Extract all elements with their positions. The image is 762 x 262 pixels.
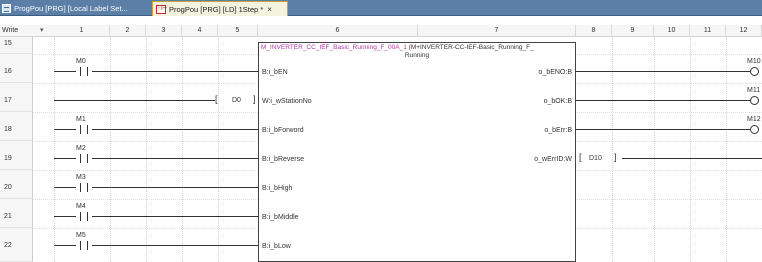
ladder-wire	[54, 129, 76, 130]
row-number[interactable]: 17	[0, 83, 33, 112]
row-number[interactable]: 20	[0, 170, 33, 199]
ladder-wire	[54, 245, 76, 246]
column-header-3: 3	[146, 25, 182, 37]
ladder-wire	[54, 71, 76, 72]
output-coil[interactable]	[750, 125, 759, 134]
column-header-11: 11	[690, 25, 726, 37]
device-label: M10	[747, 58, 761, 65]
fb-input-pin[interactable]: B:i_bLow	[262, 243, 291, 250]
ladder-wire	[92, 158, 258, 159]
fb-output-pin[interactable]: o_bENO:B	[539, 69, 572, 76]
column-header-8: 8	[576, 25, 612, 37]
device-label: M12	[747, 116, 761, 123]
ladder-wire	[576, 100, 750, 101]
function-block[interactable]: M_INVERTER_CC_IEF_Basic_Running_F_00A_1 …	[258, 42, 576, 262]
ladder-wire	[576, 71, 750, 72]
column-header-7: 7	[418, 25, 576, 37]
column-header-2: 2	[110, 25, 146, 37]
row-number[interactable]: 21	[0, 199, 33, 228]
column-header-5: 5	[218, 25, 258, 37]
operand-bracket: ]	[614, 152, 617, 162]
device-label: M3	[76, 174, 86, 181]
fb-output-pin[interactable]: o_bErr:B	[544, 127, 572, 134]
fb-input-pin[interactable]: B:i_bMiddle	[262, 214, 299, 221]
ladder-wire	[54, 100, 215, 101]
row-number[interactable]: 19	[0, 141, 33, 170]
no-contact[interactable]	[76, 241, 92, 250]
fb-output-pin[interactable]: o_bOK:B	[544, 98, 572, 105]
device-label: M4	[76, 203, 86, 210]
ladder-wire	[92, 216, 258, 217]
column-header-6: 6	[258, 25, 418, 37]
ladder-wire	[92, 245, 258, 246]
no-contact[interactable]	[76, 154, 92, 163]
operand-bracket: [	[579, 152, 582, 162]
fb-instance-name[interactable]: M_INVERTER_CC_IEF_Basic_Running_F_00A_1	[261, 44, 407, 51]
ladder-wire	[54, 216, 76, 217]
fb-input-pin[interactable]: B:i_bEN	[262, 69, 288, 76]
fb-type-name-continued: Running	[404, 52, 430, 59]
operand-value[interactable]: D10	[589, 154, 602, 163]
ladder-wire	[92, 187, 258, 188]
mode-dropdown-arrow[interactable]: ▾	[40, 25, 44, 37]
no-contact[interactable]	[76, 67, 92, 76]
device-label: M11	[747, 87, 761, 94]
tab-local-label-setting[interactable]: ProgPou [PRG] [Local Label Set...	[0, 1, 148, 16]
device-label: M5	[76, 232, 86, 239]
program-icon	[2, 4, 11, 13]
column-header-9: 9	[612, 25, 654, 37]
no-contact[interactable]	[76, 125, 92, 134]
column-header-12: 12	[726, 25, 762, 37]
tab-label: ProgPou [PRG] [Local Label Set...	[14, 4, 128, 13]
tab-label: ProgPou [PRG] [LD] 1Step *	[169, 4, 264, 14]
close-icon[interactable]: ×	[267, 5, 272, 14]
mode-label: Write	[2, 27, 19, 34]
ladder-wire	[622, 158, 762, 159]
column-header-4: 4	[182, 25, 218, 37]
device-label: M1	[76, 116, 86, 123]
editor-tab-bar: ProgPou [PRG] [Local Label Set... ⊣⊢ Pro…	[0, 0, 762, 16]
row-number[interactable]: 18	[0, 112, 33, 141]
row-number[interactable]: 15	[0, 37, 33, 54]
fb-header: M_INVERTER_CC_IEF_Basic_Running_F_00A_1 …	[261, 44, 574, 52]
device-label: M2	[76, 145, 86, 152]
no-contact[interactable]	[76, 212, 92, 221]
output-coil[interactable]	[750, 96, 759, 105]
operand-bracket: ]	[253, 94, 256, 104]
ladder-wire	[576, 129, 750, 130]
fb-input-pin[interactable]: B:i_bHigh	[262, 185, 292, 192]
fb-input-pin[interactable]: B:i_bForword	[262, 127, 304, 134]
row-number[interactable]: 16	[0, 54, 33, 83]
ladder-wire	[54, 187, 76, 188]
row-number[interactable]: 22	[0, 228, 33, 262]
column-header: Write ▾ 1 2 3 4 5 6 7 8 9 10 11 12	[0, 25, 762, 37]
ladder-icon: ⊣⊢	[156, 4, 168, 14]
ladder-wire	[92, 129, 258, 130]
tab-ladder-editor[interactable]: ⊣⊢ ProgPou [PRG] [LD] 1Step * ×	[152, 1, 288, 16]
fb-input-pin[interactable]: W:i_wStationNo	[262, 98, 312, 105]
fb-type-name: (M+INVERTER-CC-IEF-Basic_Running_F_	[408, 44, 534, 51]
fb-output-pin[interactable]: o_wErrID:W	[534, 156, 572, 163]
ladder-wire	[54, 158, 76, 159]
no-contact[interactable]	[76, 183, 92, 192]
operand-bracket: [	[215, 94, 218, 104]
fb-input-pin[interactable]: B:i_bReverse	[262, 156, 304, 163]
column-header-1: 1	[54, 25, 110, 37]
ladder-wire	[92, 71, 258, 72]
device-label: M0	[76, 58, 86, 65]
operand-value[interactable]: D0	[232, 96, 241, 105]
column-header-10: 10	[654, 25, 690, 37]
output-coil[interactable]	[750, 67, 759, 76]
